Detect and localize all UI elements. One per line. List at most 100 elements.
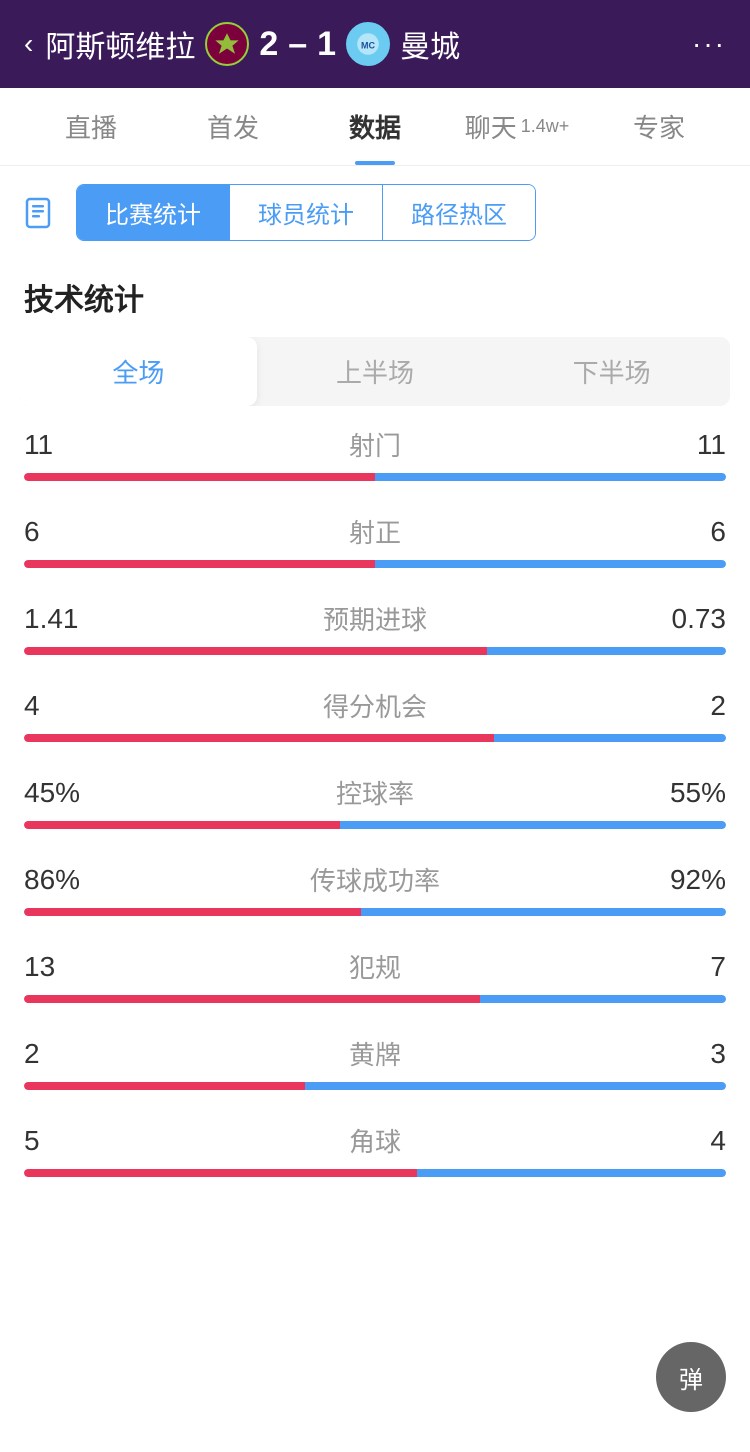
bar-home <box>24 560 375 568</box>
home-value: 45% <box>24 777 104 809</box>
stat-labels: 2 黄牌 3 <box>24 1035 726 1072</box>
stat-bar <box>24 821 726 829</box>
stat-bar <box>24 995 726 1003</box>
bar-away <box>375 560 726 568</box>
stat-bar <box>24 560 726 568</box>
home-team-name: 阿斯顿维拉 <box>45 22 195 66</box>
away-score: 1 <box>317 25 336 64</box>
bar-away <box>305 1082 726 1090</box>
sub-tab-heatmap[interactable]: 路径热区 <box>383 185 535 240</box>
away-value: 92% <box>646 864 726 896</box>
tab-live[interactable]: 直播 <box>20 88 162 165</box>
home-value: 4 <box>24 690 104 722</box>
chat-badge: 1.4w+ <box>521 116 570 137</box>
nav-tabs: 直播 首发 数据 聊天 1.4w+ 专家 <box>0 88 750 166</box>
stat-labels: 45% 控球率 55% <box>24 774 726 811</box>
stat-name: 射门 <box>104 426 646 463</box>
score-separator: – <box>288 25 307 64</box>
stat-row: 6 射正 6 <box>24 513 726 568</box>
bar-away <box>361 908 726 916</box>
sub-tab-player-stats[interactable]: 球员统计 <box>230 185 383 240</box>
home-value: 2 <box>24 1038 104 1070</box>
bar-home <box>24 908 361 916</box>
bar-away <box>494 734 726 742</box>
bar-home <box>24 1169 417 1177</box>
home-value: 13 <box>24 951 104 983</box>
stat-labels: 11 射门 11 <box>24 426 726 463</box>
tab-data[interactable]: 数据 <box>304 88 446 165</box>
stat-bar <box>24 734 726 742</box>
stats-container: 11 射门 11 6 射正 6 1.41 预期进球 0.73 4 <box>0 426 750 1177</box>
share-icon[interactable] <box>20 191 64 235</box>
svg-text:MC: MC <box>361 41 375 51</box>
float-button[interactable]: 弹 <box>656 1342 726 1412</box>
stat-row: 2 黄牌 3 <box>24 1035 726 1090</box>
stat-row: 45% 控球率 55% <box>24 774 726 829</box>
stat-name: 犯规 <box>104 948 646 985</box>
match-title: 阿斯顿维拉 2 – 1 MC 曼城 <box>45 22 460 66</box>
home-score: 2 <box>259 25 278 64</box>
bar-away <box>375 473 726 481</box>
stat-name: 射正 <box>104 513 646 550</box>
away-value: 2 <box>646 690 726 722</box>
stat-name: 传球成功率 <box>104 861 646 898</box>
bar-home <box>24 473 375 481</box>
bar-away <box>480 995 726 1003</box>
away-value: 55% <box>646 777 726 809</box>
stat-bar <box>24 1169 726 1177</box>
home-value: 11 <box>24 429 104 461</box>
tab-expert[interactable]: 专家 <box>588 88 730 165</box>
header: ‹ 阿斯顿维拉 2 – 1 MC 曼城 ··· <box>0 0 750 88</box>
tab-chat[interactable]: 聊天 1.4w+ <box>446 88 588 165</box>
sub-tab-match-stats[interactable]: 比赛统计 <box>77 185 230 240</box>
stat-labels: 4 得分机会 2 <box>24 687 726 724</box>
bar-away <box>487 647 726 655</box>
stat-row: 11 射门 11 <box>24 426 726 481</box>
stat-row: 86% 传球成功率 92% <box>24 861 726 916</box>
bar-home <box>24 647 487 655</box>
away-value: 3 <box>646 1038 726 1070</box>
home-team-logo <box>205 22 249 66</box>
stat-labels: 6 射正 6 <box>24 513 726 550</box>
stat-name: 控球率 <box>104 774 646 811</box>
stat-row: 5 角球 4 <box>24 1122 726 1177</box>
home-value: 6 <box>24 516 104 548</box>
stat-bar <box>24 908 726 916</box>
bar-home <box>24 1082 305 1090</box>
sub-tab-group: 比赛统计 球员统计 路径热区 <box>76 184 536 241</box>
stat-row: 1.41 预期进球 0.73 <box>24 600 726 655</box>
stat-name: 角球 <box>104 1122 646 1159</box>
away-value: 4 <box>646 1125 726 1157</box>
stat-name: 得分机会 <box>104 687 646 724</box>
stat-labels: 5 角球 4 <box>24 1122 726 1159</box>
stat-name: 黄牌 <box>104 1035 646 1072</box>
period-tab-full[interactable]: 全场 <box>20 337 257 406</box>
period-tab-second[interactable]: 下半场 <box>493 337 730 406</box>
home-value: 5 <box>24 1125 104 1157</box>
period-tab-first[interactable]: 上半场 <box>257 337 494 406</box>
bar-home <box>24 995 480 1003</box>
away-value: 0.73 <box>646 603 726 635</box>
home-value: 86% <box>24 864 104 896</box>
stat-bar <box>24 647 726 655</box>
away-team-name: 曼城 <box>400 22 460 66</box>
more-button[interactable]: ··· <box>692 28 726 60</box>
stat-row: 4 得分机会 2 <box>24 687 726 742</box>
bar-home <box>24 821 340 829</box>
away-team-logo: MC <box>346 22 390 66</box>
away-value: 7 <box>646 951 726 983</box>
away-value: 11 <box>646 429 726 461</box>
home-value: 1.41 <box>24 603 104 635</box>
stat-bar <box>24 1082 726 1090</box>
period-tabs: 全场 上半场 下半场 <box>20 337 730 406</box>
back-button[interactable]: ‹ <box>24 28 33 60</box>
bar-home <box>24 734 494 742</box>
section-title: 技术统计 <box>0 259 750 327</box>
tab-lineup[interactable]: 首发 <box>162 88 304 165</box>
stat-bar <box>24 473 726 481</box>
stat-labels: 86% 传球成功率 92% <box>24 861 726 898</box>
sub-tabs-row: 比赛统计 球员统计 路径热区 <box>0 166 750 259</box>
stat-row: 13 犯规 7 <box>24 948 726 1003</box>
away-value: 6 <box>646 516 726 548</box>
stat-name: 预期进球 <box>104 600 646 637</box>
